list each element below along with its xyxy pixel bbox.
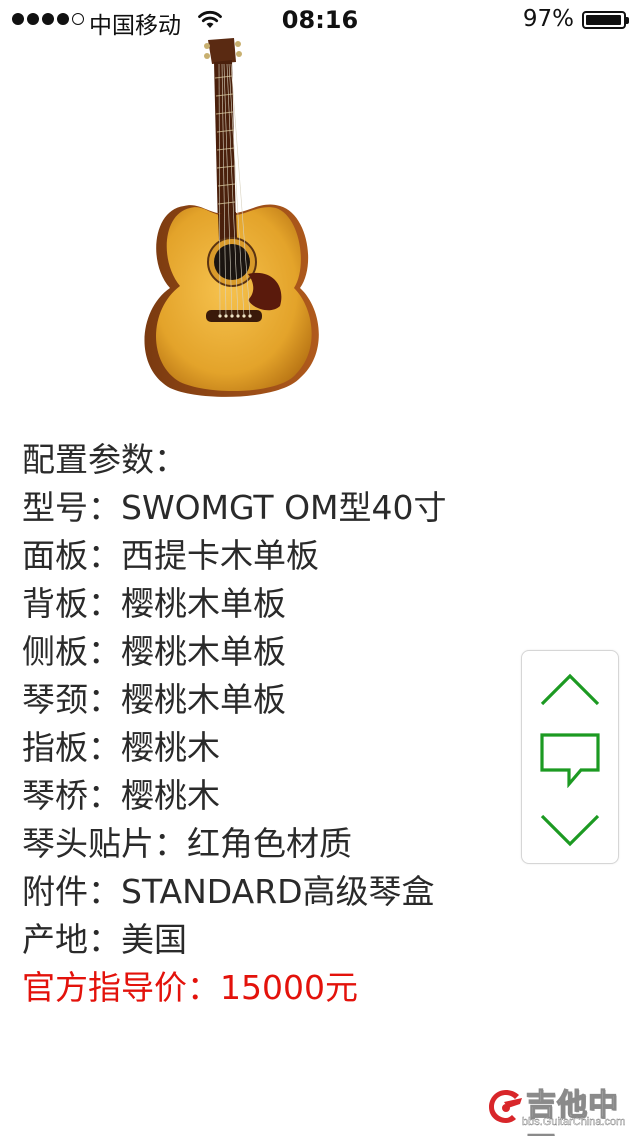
spec-model: 型号：SWOMGT OM型40寸 [22,488,447,527]
spec-accessories: 附件：STANDARD高级琴盒 [22,872,435,911]
watermark: 吉他中国 bbs.GuitarChina.com [486,1082,636,1136]
scroll-down-button[interactable] [522,801,618,861]
battery-fill [586,15,621,25]
scroll-up-button[interactable] [522,659,618,719]
page: 中国移动 08:16 97% 配置参数： 型号：SWOMGT OM型40寸 面板… [0,0,640,1136]
chevron-up-icon [540,673,600,706]
spec-neck: 琴颈：樱桃木单板 [22,680,286,719]
battery-percent: 97% [522,6,574,32]
chevron-down-icon [540,814,600,847]
floating-action-panel [521,650,619,864]
spec-bridge: 琴桥：樱桃木 [22,776,220,815]
battery-icon [582,11,629,29]
comment-button[interactable] [522,727,618,793]
spec-heading: 配置参数： [22,440,187,479]
spec-price: 官方指导价：15000元 [22,968,358,1007]
acoustic-guitar-image [144,38,319,397]
spec-sides: 侧板：樱桃木单板 [22,632,286,671]
spec-list: 配置参数： 型号：SWOMGT OM型40寸 面板：西提卡木单板 背板：樱桃木单… [22,436,502,1012]
comment-icon [540,733,600,788]
status-bar: 中国移动 08:16 97% [0,0,640,40]
spec-fingerboard: 指板：樱桃木 [22,728,220,767]
watermark-url: bbs.GuitarChina.com [522,1116,626,1128]
spec-headstock-veneer: 琴头贴片：红角色材质 [22,824,352,863]
guitarchina-logo-icon [489,1090,522,1123]
spec-origin: 产地：美国 [22,920,187,959]
spec-back: 背板：樱桃木单板 [22,584,286,623]
spec-top: 面板：西提卡木单板 [22,536,319,575]
